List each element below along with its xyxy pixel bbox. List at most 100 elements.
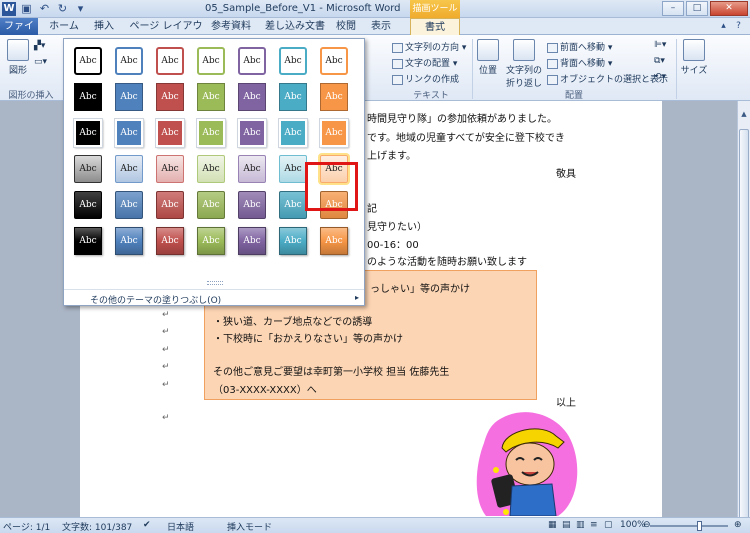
shape-style-swatch[interactable]: Abc [320,47,348,75]
shape-style-swatch[interactable]: Abc [197,227,225,255]
gallery-resize-grip[interactable] [207,281,223,285]
undo-icon[interactable]: ↶ [38,2,51,15]
shape-style-swatch[interactable]: Abc [115,155,143,183]
shapes-label: 図形 [8,66,27,76]
full-screen-view-icon[interactable]: ▤ [562,520,571,530]
selection-pane-button[interactable]: オブジェクトの選択と表示 [547,72,668,85]
close-button[interactable]: ✕ [710,1,748,16]
tab-references[interactable]: 参考資料 [206,18,256,35]
shape-style-swatch[interactable]: Abc [197,83,225,111]
zoom-slider-thumb[interactable] [697,521,702,531]
doc-line: 敬具 [556,169,576,180]
insert-mode-indicator[interactable]: 挿入モード [227,520,272,533]
shape-style-swatch[interactable]: Abc [74,119,102,147]
page-count[interactable]: ページ: 1/1 [3,520,50,533]
shape-style-swatch[interactable]: Abc [74,191,102,219]
shape-style-swatch[interactable]: Abc [320,119,348,147]
tab-file[interactable]: ファイル [0,18,38,49]
shape-style-swatch[interactable]: Abc [279,191,307,219]
save-icon[interactable]: ▣ [20,2,33,15]
selection-highlight-box [305,162,358,211]
shape-style-swatch[interactable]: Abc [279,227,307,255]
bring-forward-button[interactable]: 前面へ移動 ▾ [547,40,612,53]
shape-style-swatch[interactable]: Abc [197,119,225,147]
rotate-icon[interactable]: ⟲▾ [654,72,666,82]
draw-textbox-icon[interactable]: ▭▾ [34,57,47,67]
shape-style-swatch[interactable]: Abc [156,227,184,255]
create-link-button[interactable]: リンクの作成 [392,72,459,85]
shape-style-swatch[interactable]: Abc [156,191,184,219]
redo-icon[interactable]: ↻ [56,2,69,15]
proofing-icon[interactable]: ✔ [143,520,151,530]
shape-style-swatch[interactable]: Abc [74,155,102,183]
group-objects-icon[interactable]: ⧉▾ [654,56,665,66]
scroll-up-icon[interactable]: ▲ [739,109,749,119]
shape-style-swatch[interactable]: Abc [238,83,266,111]
shape-style-swatch[interactable]: Abc [279,47,307,75]
shape-style-swatch[interactable]: Abc [74,227,102,255]
shape-style-swatch[interactable]: Abc [156,83,184,111]
language-indicator[interactable]: 日本語 [167,520,194,533]
shape-style-swatch[interactable]: Abc [320,227,348,255]
size-button[interactable]: サイズ [680,39,708,76]
other-theme-fills-item[interactable]: その他のテーマの塗りつぶし(O) ▸ [64,289,364,306]
tab-view[interactable]: 表示 [366,18,396,35]
vertical-scrollbar[interactable]: ▲ [737,101,750,519]
shape-style-swatch[interactable]: Abc [115,119,143,147]
wrap-text-button[interactable]: 文字列の 折り返し [504,39,544,89]
shape-style-swatch[interactable]: Abc [238,47,266,75]
shape-style-swatch[interactable]: Abc [238,191,266,219]
tab-home[interactable]: ホーム [44,18,84,35]
selection-pane-icon [547,74,558,85]
shape-style-swatch[interactable]: Abc [156,47,184,75]
tab-insert[interactable]: 挿入 [88,18,120,35]
shape-style-swatch[interactable]: Abc [74,83,102,111]
shape-style-swatch[interactable]: Abc [279,155,307,183]
text-align-button[interactable]: 文字の配置 ▾ [392,56,457,69]
zoom-level[interactable]: 100% [620,520,646,530]
send-backward-button[interactable]: 背面へ移動 ▾ [547,56,612,69]
web-layout-view-icon[interactable]: ▥ [576,520,585,530]
help-icon[interactable]: ? [733,21,744,32]
position-button[interactable]: 位置 [476,39,500,76]
scrollbar-thumb[interactable] [739,129,749,519]
shape-style-swatch[interactable]: Abc [197,155,225,183]
tab-review[interactable]: 校閲 [332,18,360,35]
align-icon[interactable]: ⊫▾ [654,40,666,50]
word-app-icon[interactable]: W [2,2,16,16]
shapes-button[interactable]: 図形 [4,39,32,76]
shape-style-swatch[interactable]: Abc [115,47,143,75]
shape-style-swatch[interactable]: Abc [115,83,143,111]
word-count[interactable]: 文字数: 101/387 [62,520,132,533]
shape-style-swatch[interactable]: Abc [115,227,143,255]
tab-page-layout[interactable]: ページ レイアウト [126,18,206,49]
minimize-ribbon-icon[interactable]: ▴ [718,21,729,32]
print-layout-view-icon[interactable]: ▦ [548,520,557,530]
tab-format[interactable]: 書式 [410,18,460,35]
text-direction-button[interactable]: 文字列の方向 ▾ [392,40,466,53]
shape-style-swatch[interactable]: Abc [74,47,102,75]
shape-style-swatch[interactable]: Abc [156,155,184,183]
shape-style-swatch[interactable]: Abc [279,119,307,147]
window-title: 05_Sample_Before_V1 - Microsoft Word [205,3,401,14]
shape-style-swatch[interactable]: Abc [197,47,225,75]
shape-style-swatch[interactable]: Abc [197,191,225,219]
zoom-slider[interactable] [650,525,728,527]
position-icon [477,39,499,61]
maximize-button[interactable]: □ [686,1,708,16]
shape-style-swatch[interactable]: Abc [320,83,348,111]
mascot-illustration[interactable] [472,408,584,516]
shape-style-swatch[interactable]: Abc [115,191,143,219]
minimize-button[interactable]: – [662,1,684,16]
zoom-in-icon[interactable]: ⊕ [734,520,742,530]
shape-style-swatch[interactable]: Abc [238,155,266,183]
tab-mailings[interactable]: 差し込み文書 [262,18,328,35]
shape-style-swatch[interactable]: Abc [279,83,307,111]
edit-shape-icon[interactable]: ▞▾ [34,41,45,51]
outline-view-icon[interactable]: ≡ [590,520,598,530]
customize-qat-icon[interactable]: ▾ [74,2,87,15]
draft-view-icon[interactable]: ▢ [604,520,613,530]
shape-style-swatch[interactable]: Abc [156,119,184,147]
shape-style-swatch[interactable]: Abc [238,227,266,255]
shape-style-swatch[interactable]: Abc [238,119,266,147]
